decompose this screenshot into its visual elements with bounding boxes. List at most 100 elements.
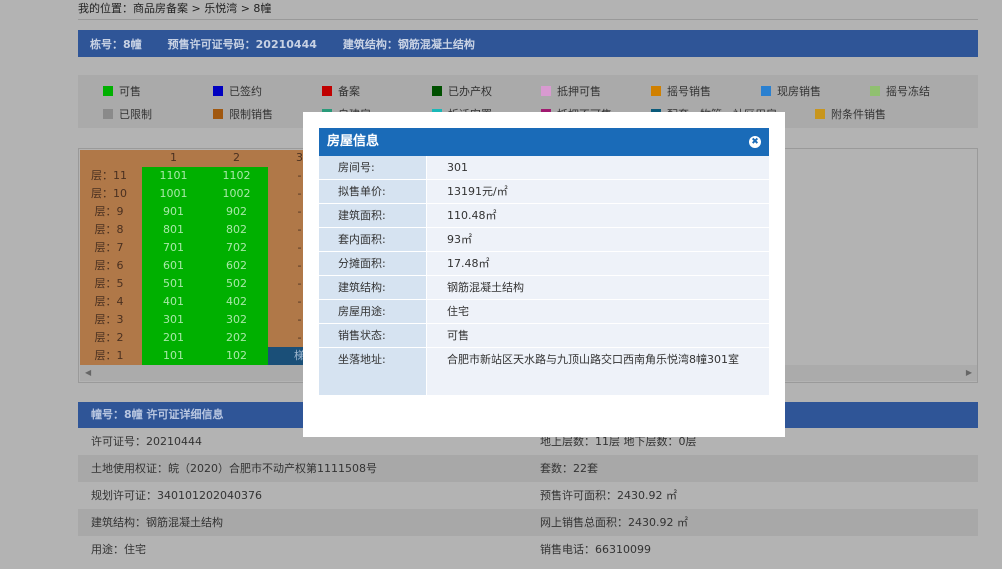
unit-cell[interactable]: 702 [205, 239, 268, 257]
dialog-row: 建筑面积: 110.48㎡ [319, 204, 769, 227]
unit-cell[interactable]: 302 [205, 311, 268, 329]
unit-cell[interactable]: 401 [142, 293, 205, 311]
unit-cell[interactable]: 801 [142, 221, 205, 239]
legend-swatch [541, 86, 551, 96]
dialog-field-label: 房屋用途: [319, 300, 426, 323]
room-info-dialog: 房屋信息 ✖ 房间号: 301 拟售单价: 13191元/㎡ 建筑面积: 110.48㎡套… [303, 112, 785, 437]
dialog-field-value: 17.48㎡ [427, 252, 769, 275]
permit-info-row: 用途：住宅 销售电话：66310099 [78, 536, 978, 563]
building-structure: 建筑结构：钢筋混凝土结构 [342, 37, 475, 51]
unit-cell[interactable]: 701 [142, 239, 205, 257]
legend-swatch [213, 109, 223, 119]
unit-cell[interactable]: 902 [205, 203, 268, 221]
dialog-field-value: 110.48㎡ [427, 204, 769, 227]
legend-swatch [103, 86, 113, 96]
legend-label: 可售 [119, 85, 141, 98]
unit-cell[interactable]: 602 [205, 257, 268, 275]
unit-cell[interactable]: 1101 [142, 167, 205, 185]
permit-info-right: 套数：22套 [540, 462, 598, 475]
dialog-row: 房屋用途: 住宅 [319, 300, 769, 323]
scroll-right-icon[interactable]: ▶ [966, 368, 972, 377]
legend-swatch [815, 109, 825, 119]
permit-info-right: 预售许可面积：2430.92 ㎡ [540, 489, 677, 502]
floor-label: 层：3 [94, 313, 124, 326]
legend-swatch [213, 86, 223, 96]
unit-cell[interactable]: 101 [142, 347, 205, 365]
floor-label: 层：5 [94, 277, 124, 290]
floor-label: 层：10 [91, 187, 127, 200]
legend-item: 已签约 [213, 83, 262, 99]
permit-info-left: 规划许可证：340101202040376 [91, 489, 262, 502]
legend-item: 已限制 [103, 106, 152, 122]
legend-swatch [761, 86, 771, 96]
floor-label: 层：2 [94, 331, 124, 344]
unit-cell[interactable]: 102 [205, 347, 268, 365]
dialog-row: 房间号: 301 [319, 156, 769, 179]
dialog-field-value: 13191元/㎡ [427, 180, 769, 203]
scroll-left-icon[interactable]: ◀ [85, 368, 91, 377]
unit-cell[interactable]: 1001 [142, 185, 205, 203]
permit-info-row: 规划许可证：340101202040376 预售许可面积：2430.92 ㎡ [78, 482, 978, 509]
permit-info-left: 许可证号：20210444 [91, 435, 202, 448]
permit-info-right: 销售电话：66310099 [540, 543, 651, 556]
floor-label: 层：4 [94, 295, 124, 308]
dialog-title: 房屋信息 [327, 134, 380, 149]
column-header: 2 [233, 151, 240, 164]
unit-cell[interactable]: 901 [142, 203, 205, 221]
unit-cell[interactable]: 802 [205, 221, 268, 239]
dialog-field-label: 建筑面积: [319, 204, 426, 227]
dialog-field-value: 住宅 [427, 300, 769, 323]
unit-cell[interactable]: 201 [142, 329, 205, 347]
floor-label: 层：8 [94, 223, 124, 236]
unit-cell[interactable]: 502 [205, 275, 268, 293]
legend-label: 已签约 [229, 85, 262, 98]
legend-label: 附条件销售 [831, 108, 886, 121]
dialog-field-value: 合肥市新站区天水路与九顶山路交口西南角乐悦湾8幢301室 [427, 348, 769, 395]
unit-cell[interactable]: 601 [142, 257, 205, 275]
dialog-header: 房屋信息 ✖ [319, 128, 769, 156]
dialog-row: 分摊面积: 17.48㎡ [319, 252, 769, 275]
floor-label: 层：9 [94, 205, 124, 218]
legend-label: 限制销售 [229, 108, 273, 121]
dialog-row: 拟售单价: 13191元/㎡ [319, 180, 769, 203]
dialog-field-label: 建筑结构: [319, 276, 426, 299]
dialog-field-label: 拟售单价: [319, 180, 426, 203]
permit-info-left: 建筑结构：钢筋混凝土结构 [91, 516, 223, 529]
column-header: 1 [170, 151, 177, 164]
unit-cell[interactable]: 1002 [205, 185, 268, 203]
permit-info-left: 土地使用权证：皖（2020）合肥市不动产权第1111508号 [91, 462, 377, 475]
legend-item: 已办产权 [432, 83, 492, 99]
legend-swatch [322, 86, 332, 96]
permit-info-row: 建筑结构：钢筋混凝土结构 网上销售总面积：2430.92 ㎡ [78, 509, 978, 536]
unit-cell[interactable]: 402 [205, 293, 268, 311]
unit-cell[interactable]: 501 [142, 275, 205, 293]
legend-label: 现房销售 [777, 85, 821, 98]
dialog-field-value: 可售 [427, 324, 769, 347]
dialog-field-label: 套内面积: [319, 228, 426, 251]
permit-number: 预售许可证号码：20210444 [167, 37, 317, 51]
legend-item: 可售 [103, 83, 141, 99]
dialog-field-label: 坐落地址: [319, 348, 426, 395]
dialog-field-value: 钢筋混凝土结构 [427, 276, 769, 299]
floor-label: 层：1 [94, 349, 124, 362]
legend-item: 现房销售 [761, 83, 821, 99]
legend-label: 已办产权 [448, 85, 492, 98]
legend-label: 摇号销售 [667, 85, 711, 98]
legend-swatch [651, 86, 661, 96]
unit-cell[interactable]: 301 [142, 311, 205, 329]
legend-label: 抵押可售 [557, 85, 601, 98]
dialog-row: 销售状态: 可售 [319, 324, 769, 347]
dialog-field-value: 301 [427, 156, 769, 179]
dialog-row: 坐落地址: 合肥市新站区天水路与九顶山路交口西南角乐悦湾8幢301室 [319, 348, 769, 395]
close-icon[interactable]: ✖ [749, 136, 761, 148]
legend-label: 备案 [338, 85, 360, 98]
unit-cell[interactable]: 1102 [205, 167, 268, 185]
building-header: 栋号：8幢 预售许可证号码：20210444 建筑结构：钢筋混凝土结构 [78, 30, 978, 57]
legend-label: 摇号冻结 [886, 85, 930, 98]
legend-item: 备案 [322, 83, 360, 99]
floor-label: 层：7 [94, 241, 124, 254]
dialog-field-label: 分摊面积: [319, 252, 426, 275]
legend-item: 附条件销售 [815, 106, 886, 122]
unit-cell[interactable]: 202 [205, 329, 268, 347]
legend-item: 抵押可售 [541, 83, 601, 99]
